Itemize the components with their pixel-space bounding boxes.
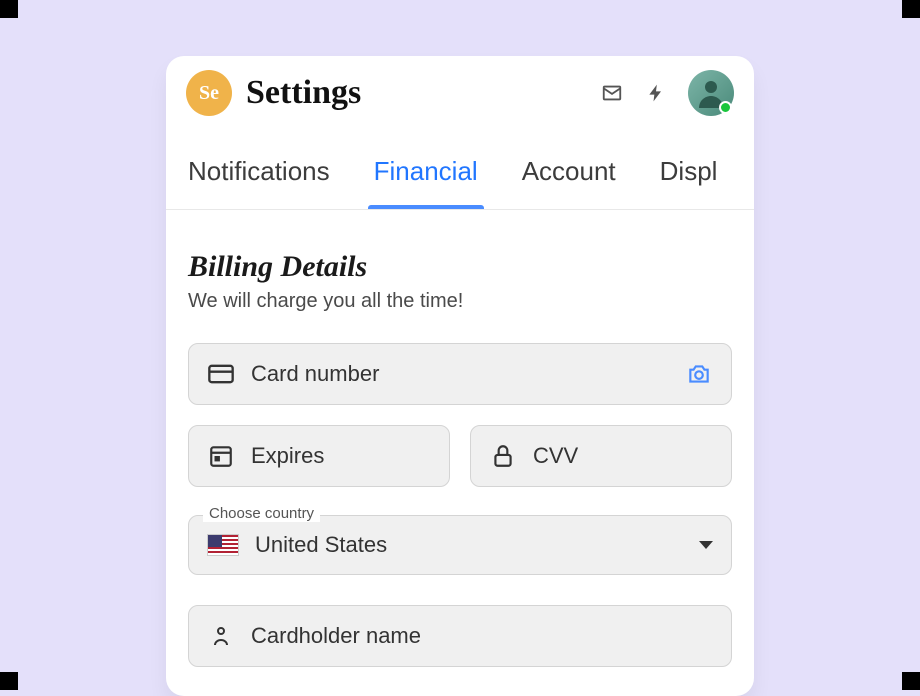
chevron-down-icon: [699, 541, 713, 549]
tab-financial[interactable]: Financial: [374, 130, 478, 209]
lock-icon: [489, 442, 517, 470]
bolt-icon[interactable]: [644, 81, 668, 105]
user-avatar[interactable]: [688, 70, 734, 116]
card-number-field[interactable]: Card number: [188, 343, 732, 405]
cvv-placeholder: CVV: [533, 443, 578, 469]
mail-icon[interactable]: [600, 81, 624, 105]
tab-account[interactable]: Account: [522, 130, 616, 209]
page-title: Settings: [246, 74, 586, 112]
app-header: Se Settings: [166, 56, 754, 130]
tabs-nav: Notifications Financial Account Displ: [166, 130, 754, 210]
section-title: Billing Details: [188, 250, 732, 284]
app-logo: Se: [186, 70, 232, 116]
person-icon: [207, 622, 235, 650]
header-actions: [600, 70, 734, 116]
settings-card: Se Settings Notifications Financial Acco…: [166, 56, 754, 696]
country-select[interactable]: Choose country United States: [188, 515, 732, 575]
billing-section: Billing Details We will charge you all t…: [166, 210, 754, 696]
cardholder-placeholder: Cardholder name: [251, 623, 421, 649]
country-value: United States: [255, 532, 387, 558]
section-subtitle: We will charge you all the time!: [188, 290, 732, 313]
country-select-label: Choose country: [203, 505, 320, 522]
online-status-dot: [719, 101, 732, 114]
camera-icon[interactable]: [685, 360, 713, 388]
calendar-icon: [207, 442, 235, 470]
card-number-placeholder: Card number: [251, 361, 379, 387]
tab-display[interactable]: Displ: [660, 130, 718, 209]
expires-placeholder: Expires: [251, 443, 324, 469]
tab-notifications[interactable]: Notifications: [188, 130, 330, 209]
cvv-field[interactable]: CVV: [470, 425, 732, 487]
expires-field[interactable]: Expires: [188, 425, 450, 487]
card-icon: [207, 360, 235, 388]
cardholder-name-field[interactable]: Cardholder name: [188, 605, 732, 667]
us-flag-icon: [207, 534, 239, 556]
